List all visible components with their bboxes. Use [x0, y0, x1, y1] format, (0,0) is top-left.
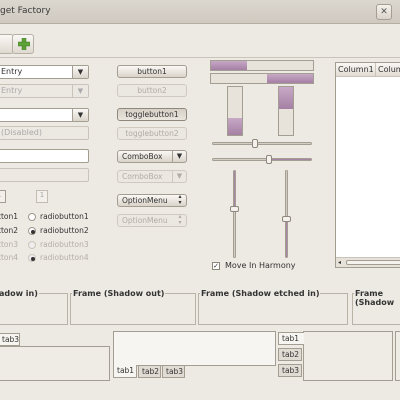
togglebutton1[interactable]: togglebutton1 [117, 108, 187, 121]
frame-shadow-etched-in-label: Frame (Shadow etched in) [200, 289, 321, 298]
notebook-1 [0, 346, 110, 381]
close-icon[interactable]: ✕ [376, 4, 392, 20]
tree-hscrollbar[interactable]: ◂ [336, 257, 400, 267]
combo-entry-text: Entry [1, 67, 23, 76]
hscale-2-fill [271, 159, 311, 160]
button2: button2 [117, 84, 187, 97]
combo-entry-disabled: Entry ▼ [0, 84, 89, 98]
radio-label-a3: tton3 [0, 240, 18, 249]
harmony-checkbox-label: Move In Harmony [225, 261, 296, 270]
vscale-2-fill [286, 219, 287, 257]
radio-label-a4: tton4 [0, 253, 18, 262]
combobox1-label: ComboBox [122, 152, 163, 161]
vscale-2-thumb[interactable] [282, 216, 291, 222]
notebook-2-tab1[interactable]: tab1 [113, 365, 137, 378]
radiobutton3-circle [28, 241, 36, 249]
radiobutton2-circle[interactable] [28, 227, 36, 235]
radio-label-a1: tton1 [0, 212, 18, 221]
chevron-down-icon: ▼ [72, 85, 88, 97]
radiobutton1-circle[interactable] [28, 213, 36, 221]
combo-box-empty[interactable]: ▼ [0, 108, 89, 122]
toolbar-button-add[interactable] [12, 34, 34, 54]
chevron-down-icon: ▼ [172, 151, 186, 162]
combo-disabled-text: (Disabled) [1, 128, 42, 137]
notebook-2 [113, 331, 276, 366]
optionmenu2-label: OptionMenu [122, 216, 168, 225]
hprogress-bar-1 [210, 60, 314, 71]
radiobutton2-label: radiobutton2 [40, 226, 89, 235]
frame-shadow-in-label: adow in) [0, 289, 39, 298]
chevron-down-icon: ▼ [172, 171, 186, 182]
add-icon [18, 38, 30, 50]
optionmenu1[interactable]: OptionMenu ▴ ▾ [117, 194, 187, 207]
chevron-down-icon[interactable]: ▼ [72, 109, 88, 121]
button1[interactable]: button1 [117, 65, 187, 78]
radio-label-a2: tton2 [0, 226, 18, 235]
radiobutton1-label: radiobutton1 [40, 212, 89, 221]
notebook-3-tab1[interactable]: tab1 [278, 332, 304, 345]
togglebutton2: togglebutton2 [117, 127, 187, 140]
vscale-1[interactable] [233, 170, 236, 258]
combobox2-label: ComboBox [122, 172, 163, 181]
notebook-3-tab3[interactable]: tab3 [278, 364, 302, 377]
hprogress-fill-1 [211, 61, 247, 70]
tree-view[interactable]: Column1 Column ◂ [335, 62, 400, 268]
hprogress-fill-2 [267, 74, 313, 83]
tree-column-header-2[interactable]: Column [376, 63, 400, 77]
radiobutton3-label: radiobutton3 [40, 240, 89, 249]
combobox1[interactable]: ComboBox ▼ [117, 150, 187, 163]
hscale-1[interactable] [212, 142, 312, 145]
hscale-2[interactable] [212, 158, 312, 161]
radiobutton4-label: radiobutton4 [40, 253, 89, 262]
tree-hscrollbar-thumb[interactable] [346, 260, 400, 265]
window-title: get Factory [0, 6, 51, 16]
tree-column-header-1[interactable]: Column1 [336, 63, 376, 77]
vprogress-bar-2 [278, 86, 294, 136]
notebook-1-tab3[interactable]: tab3 [0, 333, 20, 346]
combo-entry[interactable]: Entry ▼ [0, 65, 89, 79]
vscale-1-fill [234, 171, 235, 209]
spin-value: 1 [39, 191, 45, 199]
harmony-checkbox[interactable]: ✓ [212, 262, 220, 270]
frame-shadow-out-label: Frame (Shadow out) [72, 289, 166, 298]
vscale-2[interactable] [285, 170, 288, 258]
notebook-4 [395, 331, 400, 381]
vscale-1-thumb[interactable] [230, 206, 239, 212]
combobox2: ComboBox ▼ [117, 170, 187, 183]
toolbar [0, 28, 400, 58]
notebook-2-tab2[interactable]: tab2 [138, 365, 161, 378]
title-bar: get Factory ✕ [0, 0, 400, 24]
vprogress-fill-1 [228, 118, 242, 135]
updown-arrows-icon: ▴ ▾ [178, 213, 182, 226]
chevron-left-icon[interactable]: ◂ [338, 259, 341, 266]
vprogress-fill-2 [279, 87, 293, 109]
text-entry-disabled [0, 168, 89, 182]
radiobutton4-circle [28, 254, 36, 262]
hscale-2-thumb[interactable] [266, 155, 272, 164]
spin-button-arrows[interactable]: ▴ [0, 190, 6, 203]
frame-shadow-etched-out-label: Frame (Shadow [354, 289, 400, 307]
combo-entry-disabled-text: Entry [1, 86, 23, 95]
updown-arrows-icon: ▴ ▾ [178, 193, 182, 206]
chevron-down-icon[interactable]: ▼ [72, 66, 88, 78]
notebook-3 [303, 331, 393, 381]
text-entry[interactable] [0, 149, 89, 163]
notebook-3-tab2[interactable]: tab2 [278, 348, 302, 361]
hprogress-bar-2 [210, 73, 314, 84]
vprogress-bar-1 [227, 86, 243, 136]
optionmenu1-label: OptionMenu [122, 196, 168, 205]
hscale-1-thumb[interactable] [252, 139, 258, 148]
notebook-2-tab3[interactable]: tab3 [162, 365, 185, 378]
combo-box-disabled: (Disabled) [0, 126, 89, 140]
spin-button-disabled: 1 [36, 190, 48, 203]
optionmenu2: OptionMenu ▴ ▾ [117, 214, 187, 227]
